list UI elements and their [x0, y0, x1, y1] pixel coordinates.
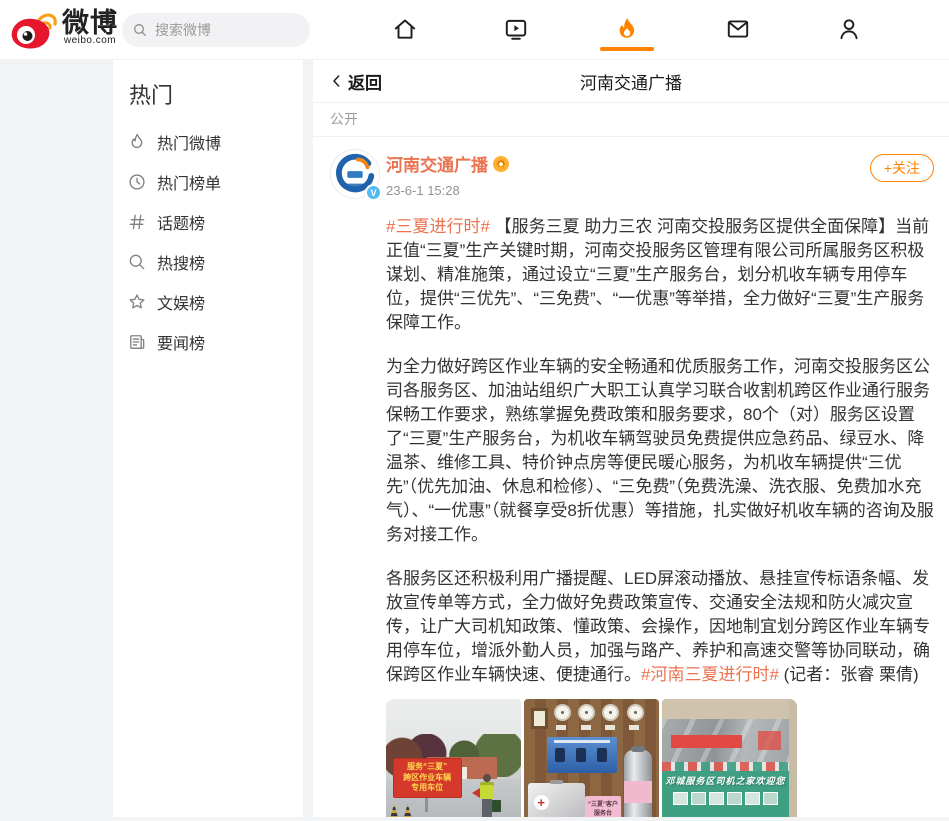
hashtag-link[interactable]: #河南三夏进行时# [641, 665, 779, 684]
main-panel: 返回 河南交通广播 公开 V 河南交通广播 [313, 60, 949, 817]
search-box[interactable] [122, 13, 310, 47]
post-image-1[interactable]: 服务“三夏” 跨区作业车辆 专用车位 @河南交通广播 [386, 699, 521, 817]
sidebar-item-entertainment[interactable]: 文娱榜 [127, 282, 303, 322]
hashtag-link[interactable]: #三夏进行时# [386, 217, 490, 236]
worker-vest [480, 782, 494, 799]
photo2-pink-sign: “三夏”客户 服务台 [585, 796, 621, 817]
post-image-2[interactable]: “三夏”客户 服务台 @河南交通广播 [524, 699, 659, 817]
photo3-red-poster [758, 731, 781, 750]
sign-line: “三夏”客户 [588, 801, 618, 810]
avatar[interactable]: V [330, 149, 380, 199]
sidebar-item-hot-search[interactable]: 热搜榜 [127, 242, 303, 282]
wall-clock [554, 704, 571, 721]
sidebar-item-label: 热搜榜 [157, 250, 205, 274]
post-text: #三夏进行时# 【服务三夏 助力三农 河南交投服务区提供全面保障】当前正值“三夏… [386, 215, 934, 687]
search-icon [132, 22, 148, 38]
banner-thumbnails [662, 792, 789, 805]
post-paragraph: #三夏进行时# 【服务三夏 助力三农 河南交投服务区提供全面保障】当前正值“三夏… [386, 215, 934, 335]
photo1-worker [476, 774, 498, 817]
photo3-green-banner: 邓城服务区司机之家欢迎您 [662, 771, 789, 817]
first-aid-box [528, 783, 585, 817]
follow-button[interactable]: +关注 [870, 154, 934, 182]
page-title: 河南交通广播 [580, 69, 682, 94]
post-image-grid: 服务“三夏” 跨区作业车辆 专用车位 @河南交通广播 [386, 699, 934, 817]
post-text-segment: 为全力做好跨区作业车辆的安全畅通和优质服务工作，河南交投服务区公司各服务区、加油… [386, 357, 934, 544]
search-icon [127, 252, 147, 272]
banner-text: 邓城服务区司机之家欢迎您 [662, 774, 789, 787]
verified-badge-icon: V [365, 184, 382, 201]
sign-line: 服务“三夏” [407, 762, 447, 773]
green-flag [492, 800, 501, 812]
sign-line: 专用车位 [411, 783, 443, 794]
photo2-certificate [531, 708, 548, 729]
active-tab-underline [600, 47, 654, 51]
news-icon [127, 332, 147, 352]
wall-clock [627, 704, 644, 721]
hash-icon [127, 212, 147, 232]
top-navbar: 微博 weibo.com [0, 0, 949, 60]
clock-label [581, 725, 591, 730]
hot-flame-icon[interactable] [614, 16, 640, 42]
photo3-tag-row [662, 762, 789, 770]
search-input[interactable] [155, 22, 285, 38]
weibo-logo[interactable]: 微博 weibo.com [8, 7, 118, 58]
profile-icon[interactable] [836, 16, 862, 42]
video-icon[interactable] [503, 16, 529, 42]
photo3-wall-right [789, 699, 797, 817]
clock-label [605, 725, 615, 730]
worker-head [483, 774, 491, 782]
sign-line: 跨区作业车辆 [403, 773, 451, 784]
sidebar-item-hot-lists[interactable]: 热门榜单 [127, 162, 303, 202]
photo1-red-sign: 服务“三夏” 跨区作业车辆 专用车位 [393, 758, 462, 797]
page-header: 返回 河南交通广播 [313, 60, 949, 103]
post-paragraph: 为全力做好跨区作业车辆的安全畅通和优质服务工作，河南交投服务区公司各服务区、加油… [386, 355, 934, 547]
post-text-segment: (记者：张睿 栗倩) [779, 665, 919, 684]
back-label: 返回 [348, 69, 382, 94]
worker-legs [482, 799, 492, 817]
weibo-eye-icon [8, 7, 60, 58]
author-name[interactable]: 河南交通广播 [386, 151, 488, 176]
sidebar-item-label: 文娱榜 [157, 290, 205, 314]
flame-icon [127, 132, 147, 152]
post-paragraph: 各服务区还积极利用广播提醒、LED屏滚动播放、悬挂宣传标语条幅、发放宣传单等方式… [386, 567, 934, 687]
sidebar-item-topics[interactable]: 话题榜 [127, 202, 303, 242]
sign-line: 服务台 [594, 810, 612, 817]
photo3-wall-top [662, 699, 797, 719]
sidebar-item-label: 话题榜 [157, 210, 205, 234]
sidebar-item-news[interactable]: 要闻榜 [127, 322, 303, 362]
sidebar-title: 热门 [129, 78, 303, 110]
sidebar: 热门 热门微博 热门榜单 话题榜 热搜榜 文娱榜 要闻榜 [113, 60, 303, 817]
clock-label [629, 725, 639, 730]
vip-badge-icon [493, 156, 509, 172]
clock-label [556, 725, 566, 730]
back-button[interactable]: 返回 [329, 69, 382, 94]
visibility-label: 公开 [313, 103, 949, 137]
thermos [624, 750, 652, 817]
photo1-sign-post [425, 796, 428, 812]
weibo-logo-text: 微博 [62, 8, 118, 38]
home-icon[interactable] [392, 16, 418, 42]
red-flag [472, 788, 480, 798]
sidebar-item-label: 要闻榜 [157, 330, 205, 354]
post-header: V 河南交通广播 23-6-1 15:28 +关注 [330, 149, 934, 201]
weibo-logo-text-wrap: 微博 weibo.com [62, 9, 118, 46]
mail-icon[interactable] [725, 16, 751, 42]
post: V 河南交通广播 23-6-1 15:28 +关注 #三夏进行时# 【服务三夏 … [313, 137, 949, 817]
post-image-3[interactable]: 邓城服务区司机之家欢迎您 @河南交通广播 [662, 699, 797, 817]
weibo-logo-domain: weibo.com [62, 35, 118, 46]
sidebar-item-hot-weibo[interactable]: 热门微博 [127, 122, 303, 162]
star-icon [127, 292, 147, 312]
post-timestamp: 23-6-1 15:28 [386, 183, 509, 198]
photo3-red-banner [671, 735, 741, 747]
sidebar-item-label: 热门榜单 [157, 170, 221, 194]
photo2-blue-poster [547, 737, 617, 773]
clock-icon [127, 172, 147, 192]
author-info: 河南交通广播 23-6-1 15:28 [386, 149, 509, 201]
sidebar-item-label: 热门微博 [157, 130, 221, 154]
chevron-left-icon [329, 73, 345, 89]
